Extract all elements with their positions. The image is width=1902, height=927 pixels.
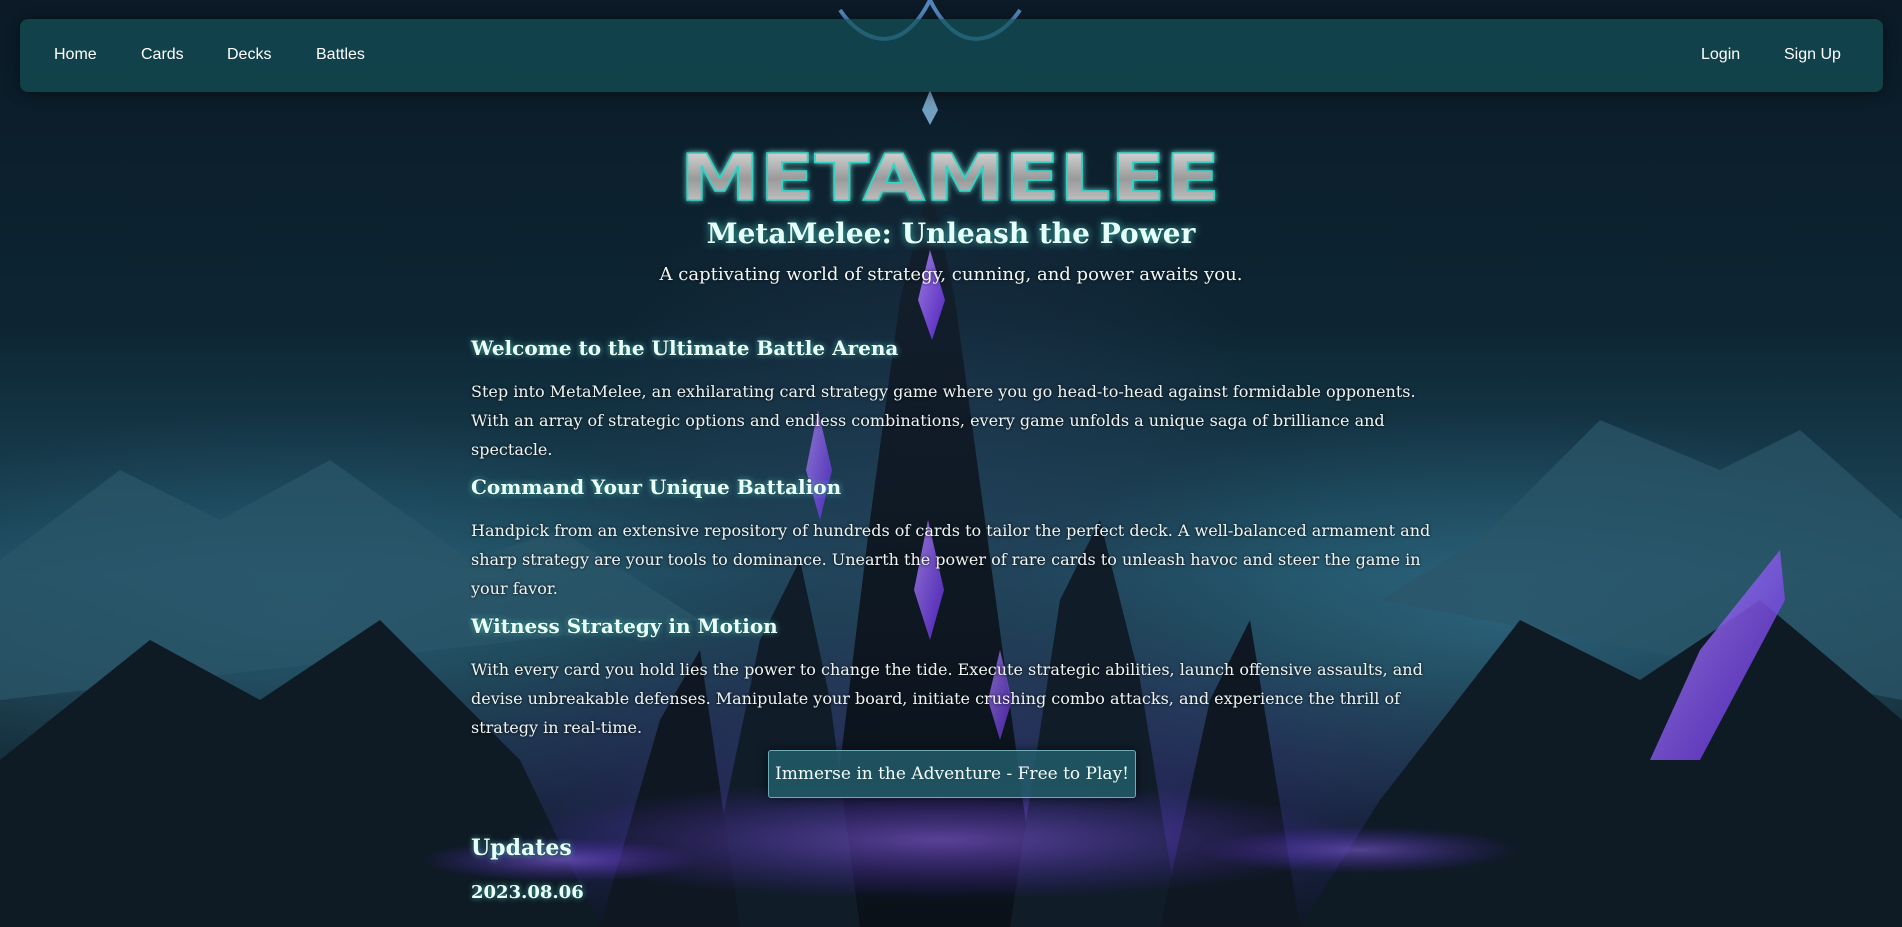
metamelee-logo: METAMELEE (679, 142, 1221, 208)
section-text: Step into MetaMelee, an exhilarating car… (471, 382, 1416, 459)
page-subtitle: A captivating world of strategy, cunning… (659, 264, 1243, 285)
free-to-play-button[interactable]: Immerse in the Adventure - Free to Play! (768, 750, 1136, 798)
nav-battles-link[interactable]: Battles (316, 46, 365, 64)
nav-signup-link[interactable]: Sign Up (1784, 46, 1841, 64)
section-text: With every card you hold lies the power … (471, 660, 1423, 737)
update-date: 2023.08.06 (471, 882, 584, 903)
updates-heading: Updates (471, 835, 572, 861)
section-title: Witness Strategy in Motion (471, 614, 778, 638)
section-title: Command Your Unique Battalion (471, 475, 842, 499)
nav-home-link[interactable]: Home (54, 46, 97, 64)
nav-login-link[interactable]: Login (1701, 46, 1740, 64)
nav-decks-link[interactable]: Decks (227, 46, 271, 64)
logo-text: METAMELEE (680, 142, 1220, 208)
page-title: MetaMelee: Unleash the Power (706, 217, 1196, 250)
section-text: Handpick from an extensive repository of… (471, 521, 1431, 598)
top-navbar: Home Cards Decks Battles Login Sign Up (20, 19, 1883, 92)
section-title: Welcome to the Ultimate Battle Arena (471, 336, 899, 360)
nav-cards-link[interactable]: Cards (141, 46, 184, 64)
